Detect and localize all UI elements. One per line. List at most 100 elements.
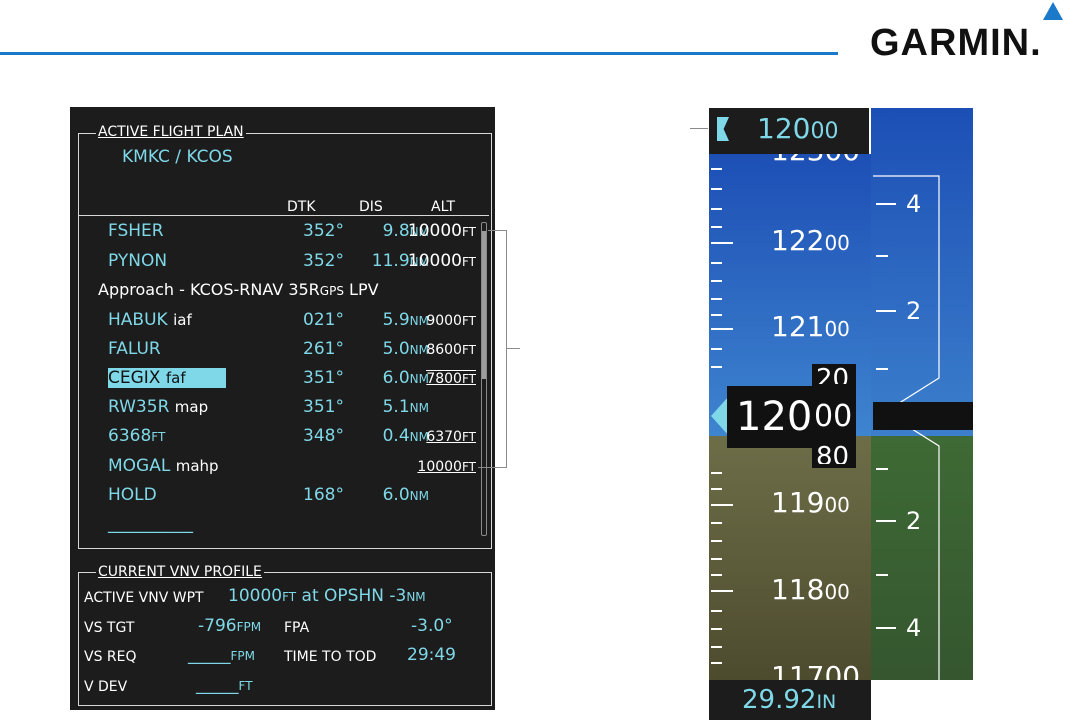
selected-altitude-value[interactable]: 12000 [757, 114, 838, 147]
fpl-row-wpt[interactable]: RW35R map [108, 397, 208, 417]
alt-tick [711, 522, 722, 524]
fpl-row-wpt[interactable]: HOLD [108, 485, 157, 505]
callout-bracket-top [488, 230, 506, 231]
vsi-tick [876, 368, 888, 370]
garmin-triangle-icon [1043, 2, 1063, 20]
alt-tick [711, 472, 722, 474]
time-to-tod-label: TIME TO TOD [284, 649, 377, 665]
alt-tick [711, 558, 722, 560]
vsi-tick [876, 627, 896, 629]
alt-tick [711, 208, 722, 210]
fpl-row-dis: 6.0NM [382, 485, 429, 505]
fpl-row-dtk: 168° [303, 485, 344, 505]
fpl-row-dis: 5.1NM [382, 397, 429, 417]
active-flight-plan-title: ACTIVE FLIGHT PLAN [96, 124, 246, 140]
vs-required-label: VS REQ [84, 649, 137, 665]
alt-tick [711, 314, 722, 316]
vs-target-label: VS TGT [84, 620, 135, 636]
fpl-row-alt[interactable]: 10000FT [396, 251, 476, 272]
current-altitude-hundreds: 120 [736, 394, 813, 440]
tape-label-partial-top: 12300 [771, 154, 861, 168]
vnv-profile-title: CURRENT VNV PROFILE [96, 564, 264, 580]
fpl-row-dtk: 021° [303, 310, 344, 330]
fpl-empty-row[interactable]: __________ [108, 514, 193, 534]
alt-tick [711, 168, 722, 170]
alt-tick [711, 540, 722, 542]
fpl-row-alt[interactable]: 10000FT [396, 457, 476, 477]
rolling-digit-below: 80 [816, 444, 850, 464]
tape-label: 11800 [771, 573, 850, 606]
fpl-row-dtk: 351° [303, 368, 344, 388]
header-rule [0, 52, 838, 55]
fpl-row-wpt[interactable]: HABUK iaf [108, 310, 192, 330]
fpl-scrollbar-thumb[interactable] [482, 231, 486, 379]
alt-tick [711, 188, 722, 190]
fpl-row-wpt-selected[interactable]: CEGIX faf [108, 368, 226, 388]
fpl-row-alt[interactable]: 9000FT [396, 311, 476, 331]
alt-tick-major [711, 242, 733, 244]
alt-tick-major [711, 328, 733, 330]
baro-setting-value[interactable]: 29.92IN [742, 685, 836, 717]
fpl-row-dtk: 352° [303, 221, 344, 241]
vsi-tick [876, 468, 888, 470]
alt-tick [711, 366, 722, 368]
fpl-row-wpt[interactable]: FALUR [108, 339, 161, 359]
callout-bracket-bottom [478, 467, 507, 468]
route-label: KMKC / KCOS [122, 147, 233, 167]
fpl-row-dtk: 261° [303, 339, 344, 359]
fpa-value: -3.0° [411, 616, 453, 636]
vsi-label: 2 [906, 507, 922, 535]
fpl-row-alt[interactable]: 6370FT [396, 427, 476, 447]
vdev-value: _____FT [196, 675, 253, 695]
rolling-digit-above: 20 [816, 366, 850, 384]
tape-label: 12200 [771, 224, 850, 257]
alt-tick [711, 574, 722, 576]
callout-leader-altitude [690, 128, 708, 129]
tape-label: 11900 [771, 486, 850, 519]
alt-tick [711, 348, 722, 350]
fpl-row-dtk: 352° [303, 251, 344, 271]
vsi-tick [876, 520, 896, 522]
alt-tick [711, 628, 722, 630]
alt-tick [711, 610, 722, 612]
alt-tick-major [711, 504, 733, 506]
header-divider [79, 215, 489, 216]
vnv-active-label: ACTIVE VNV WPT [84, 590, 204, 606]
garmin-logo: GARMIN. [870, 22, 1042, 64]
alt-tick [711, 662, 722, 664]
tape-label: 12100 [771, 310, 850, 343]
alt-tick [711, 226, 722, 228]
time-to-tod-value: 29:49 [407, 645, 456, 665]
alt-tick-major [711, 590, 733, 592]
vdev-label: V DEV [84, 679, 128, 695]
fpl-row-wpt[interactable]: MOGAL mahp [108, 456, 219, 476]
vs-required-value: _____FPM [188, 645, 255, 665]
approach-header: Approach - KCOS-RNAV 35RGPS LPV [98, 280, 379, 299]
vsi-label: 4 [906, 190, 922, 218]
fpl-row-alt[interactable]: 8600FT [396, 340, 476, 360]
alt-tick [711, 298, 722, 300]
vs-target-value: -796FPM [198, 616, 262, 636]
fpa-label: FPA [284, 620, 310, 636]
vsi-tick [876, 203, 896, 205]
vsi-label: 4 [906, 614, 922, 642]
col-header-alt: ALT [431, 199, 456, 215]
vnv-active-value: 10000FT at OPSHN -3NM [228, 586, 426, 606]
alt-tick [711, 646, 722, 648]
fpl-row-alt[interactable]: 10000FT [396, 221, 476, 242]
fpl-row-wpt[interactable]: PYNON [108, 251, 167, 271]
vsi-tick [876, 310, 896, 312]
fpl-row-wpt[interactable]: FSHER [108, 221, 164, 241]
vsi-label: 2 [906, 297, 922, 325]
fpl-row-dtk: 351° [303, 397, 344, 417]
fpl-row-wpt[interactable]: 6368FT [108, 426, 165, 447]
callout-leader [506, 348, 520, 349]
current-altitude-tens: 00 [814, 399, 853, 434]
col-header-dtk: DTK [287, 199, 316, 215]
tape-label-partial-bottom: 11700 [771, 662, 861, 680]
altitude-tape-ground [709, 436, 871, 680]
fpl-row-alt[interactable]: 7800FT [396, 369, 476, 389]
col-header-dis: DIS [359, 199, 383, 215]
fpl-row-dtk: 348° [303, 426, 344, 446]
vsi-tick [876, 574, 888, 576]
